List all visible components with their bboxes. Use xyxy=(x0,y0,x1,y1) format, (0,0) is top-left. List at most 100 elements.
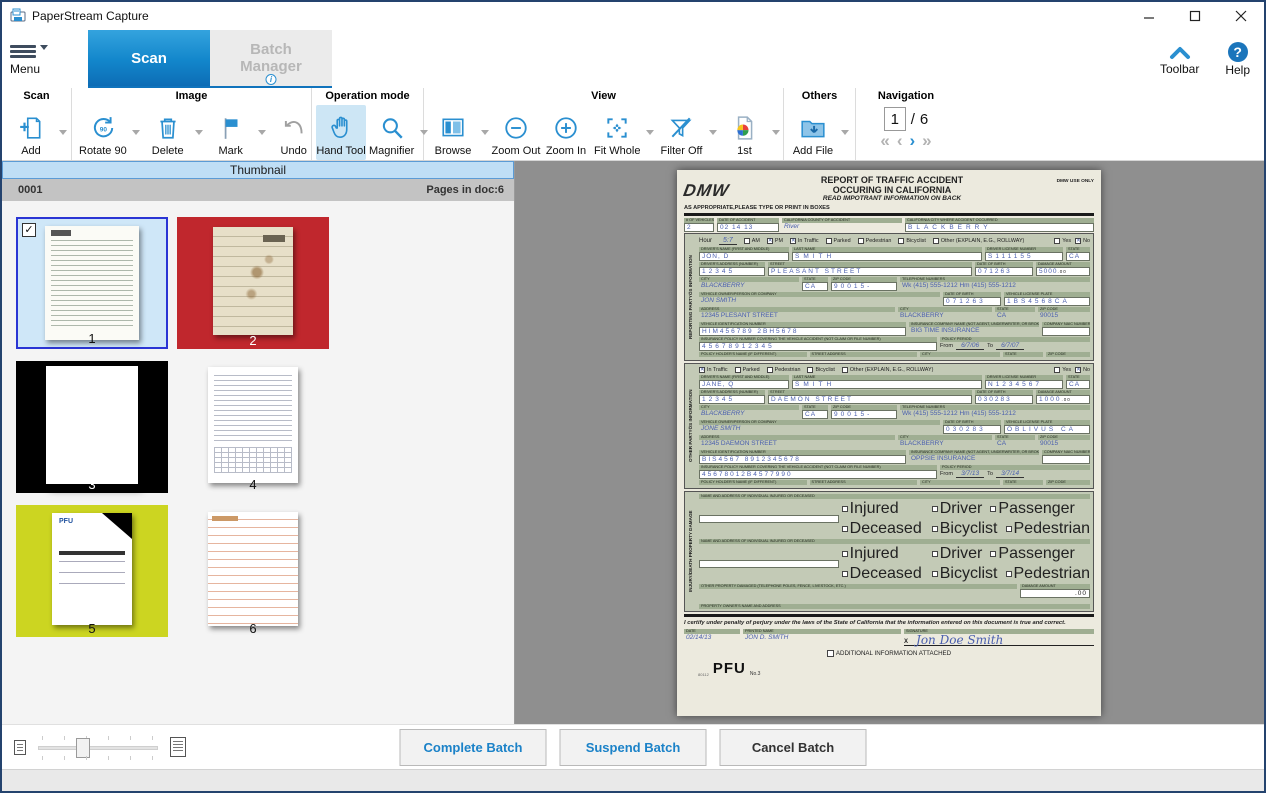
close-button[interactable] xyxy=(1218,3,1264,29)
field-label: PROPERTY OWNER'S NAME AND ADDRESS xyxy=(699,604,1090,609)
suspend-batch-button[interactable]: Suspend Batch xyxy=(560,729,707,766)
thumbnail-6-page xyxy=(208,512,298,626)
browse-icon xyxy=(440,113,466,143)
browse-button[interactable]: Browse xyxy=(428,105,478,160)
footer-bar: Complete Batch Suspend Batch Cancel Batc… xyxy=(2,724,1264,769)
magnifier-label: Magnifier xyxy=(369,145,414,157)
thumbnail-1[interactable]: ✓ 1 xyxy=(16,217,168,349)
magnifier-button[interactable]: Magnifier xyxy=(366,105,417,160)
field-value: 071263 xyxy=(975,267,1033,276)
help-button[interactable]: ? Help xyxy=(1225,42,1250,77)
add-file-button[interactable]: Add File xyxy=(788,105,838,160)
delete-dropdown-arrow[interactable] xyxy=(193,105,206,160)
filter-off-dropdown-arrow[interactable] xyxy=(706,105,719,160)
field-value: BIG TIME INSURANCE xyxy=(909,327,1039,336)
field-value: BIS4567 8912345678 xyxy=(699,455,906,464)
thumbnail-5[interactable]: PFU 5 xyxy=(16,505,168,637)
form-number: No.3 xyxy=(750,671,761,677)
field-value: OBLIVUS CA xyxy=(1004,425,1090,434)
field-label: Hour xyxy=(699,238,712,244)
form-code: 80112 xyxy=(698,672,709,677)
checkbox-pedestrian: Pedestrian xyxy=(1006,565,1091,583)
field-value: BLACKBERRY xyxy=(898,440,992,449)
fit-whole-button[interactable]: Fit Whole xyxy=(591,105,643,160)
form-instruction: AS APPROPRIATE,PLEASE TYPE OR PRINT IN B… xyxy=(684,205,1094,211)
minimize-button[interactable] xyxy=(1126,3,1172,29)
mark-button[interactable]: Mark xyxy=(206,105,256,160)
field-value: JONE SMITH xyxy=(699,425,940,434)
checkbox-yes: Yes xyxy=(1054,238,1071,244)
field-value: 90015 xyxy=(1038,312,1090,321)
field-value: 12345 xyxy=(699,395,765,404)
filter-off-button[interactable]: Filter Off xyxy=(656,105,706,160)
fit-whole-label: Fit Whole xyxy=(594,145,640,157)
field-value: 45678012B4577990 xyxy=(699,470,937,479)
page-separator: / xyxy=(911,111,915,128)
field-value: JON SMITH xyxy=(699,297,940,306)
field-value: BLACKBERRY xyxy=(898,312,992,321)
filter-off-icon xyxy=(668,113,694,143)
first-page-color-label: 1st xyxy=(737,145,752,157)
checkbox-other: Other (EXPLAIN, E.G., ROLLWAY) xyxy=(842,367,933,373)
pfu-logo: PFU xyxy=(713,660,746,677)
last-page-button[interactable]: » xyxy=(922,132,931,150)
field-label: NAME AND ADDRESS OF INDIVIDUAL INJURED O… xyxy=(699,539,1090,544)
toolbar-button[interactable]: Toolbar xyxy=(1160,43,1199,76)
tab-strip: Scan Batch Manager i xyxy=(88,30,332,88)
injury-section: INJURY/DEATH PROPERTY DAMAGE NAME AND AD… xyxy=(684,491,1094,612)
first-page-button[interactable]: « xyxy=(880,132,889,150)
ribbon-group-navigation: Navigation 1 / 6 « ‹ › » xyxy=(856,88,956,160)
rotate-dropdown-arrow[interactable] xyxy=(130,105,143,160)
add-dropdown-arrow[interactable] xyxy=(56,105,69,160)
tab-scan[interactable]: Scan xyxy=(88,30,210,86)
checkbox-pm: PM xyxy=(767,238,783,244)
browse-dropdown-arrow[interactable] xyxy=(478,105,491,160)
field-value: 5000.00 xyxy=(1036,267,1090,276)
field-value: 02 14 13 xyxy=(717,223,779,232)
next-page-button[interactable]: › xyxy=(910,132,916,150)
thumbnail-2[interactable]: 2 xyxy=(177,217,329,349)
scanned-document: DMW REPORT OF TRAFFIC ACCIDENT OCCURING … xyxy=(677,170,1101,716)
field-value: 90015- xyxy=(831,282,897,291)
complete-batch-button[interactable]: Complete Batch xyxy=(400,729,547,766)
info-icon: i xyxy=(266,74,277,85)
add-file-label: Add File xyxy=(793,145,833,157)
first-page-dropdown-arrow[interactable] xyxy=(769,105,782,160)
first-page-color-button[interactable]: 1st xyxy=(719,105,769,160)
fit-whole-dropdown-arrow[interactable] xyxy=(643,105,656,160)
group-title: Others xyxy=(788,90,851,105)
field-value: CA xyxy=(1066,252,1090,261)
thumbnail-6[interactable]: 6 xyxy=(177,505,329,637)
page-number-box[interactable]: 1 xyxy=(884,107,906,131)
thumbnail-3[interactable]: 3 xyxy=(16,361,168,493)
field-value: DAEMON STREET xyxy=(768,395,972,404)
thumbnail-size-slider[interactable] xyxy=(38,734,158,760)
zoom-out-button[interactable]: Zoom Out xyxy=(491,105,541,160)
zoom-in-button[interactable]: Zoom In xyxy=(541,105,591,160)
checkbox-injured: Injured xyxy=(842,500,922,518)
tab-batch-manager[interactable]: Batch Manager i xyxy=(210,30,332,86)
slider-handle[interactable] xyxy=(76,738,90,758)
checkbox-injured: Injured xyxy=(842,545,922,563)
thumbnail-2-page xyxy=(213,227,293,335)
group-title: Scan xyxy=(6,90,67,105)
hand-tool-button[interactable]: Hand Tool xyxy=(316,105,366,160)
status-bar xyxy=(2,769,1264,791)
cancel-batch-button[interactable]: Cancel Batch xyxy=(720,729,867,766)
page-checkbox[interactable]: ✓ xyxy=(22,223,36,237)
mark-dropdown-arrow[interactable] xyxy=(256,105,269,160)
maximize-button[interactable] xyxy=(1172,3,1218,29)
previous-page-button[interactable]: ‹ xyxy=(897,132,903,150)
delete-button[interactable]: Delete xyxy=(143,105,193,160)
rotate-90-button[interactable]: 90 Rotate 90 xyxy=(76,105,130,160)
menu-button[interactable]: Menu xyxy=(2,30,88,88)
add-file-dropdown-arrow[interactable] xyxy=(838,105,851,160)
thumbnail-4[interactable]: 4 xyxy=(177,361,329,493)
checkbox-additional-info: ADDITIONAL INFORMATION ATTACHED xyxy=(827,650,951,657)
field-label: POLICY HOLDER'S NAME (IF DIFFERENT) xyxy=(699,352,807,357)
add-button[interactable]: Add xyxy=(6,105,56,160)
field-value: OPPSIE INSURANCE xyxy=(909,455,1039,464)
field-value: CA xyxy=(802,282,828,291)
viewer-canvas[interactable]: DMW REPORT OF TRAFFIC ACCIDENT OCCURING … xyxy=(515,161,1264,724)
group-title: View xyxy=(428,90,779,105)
